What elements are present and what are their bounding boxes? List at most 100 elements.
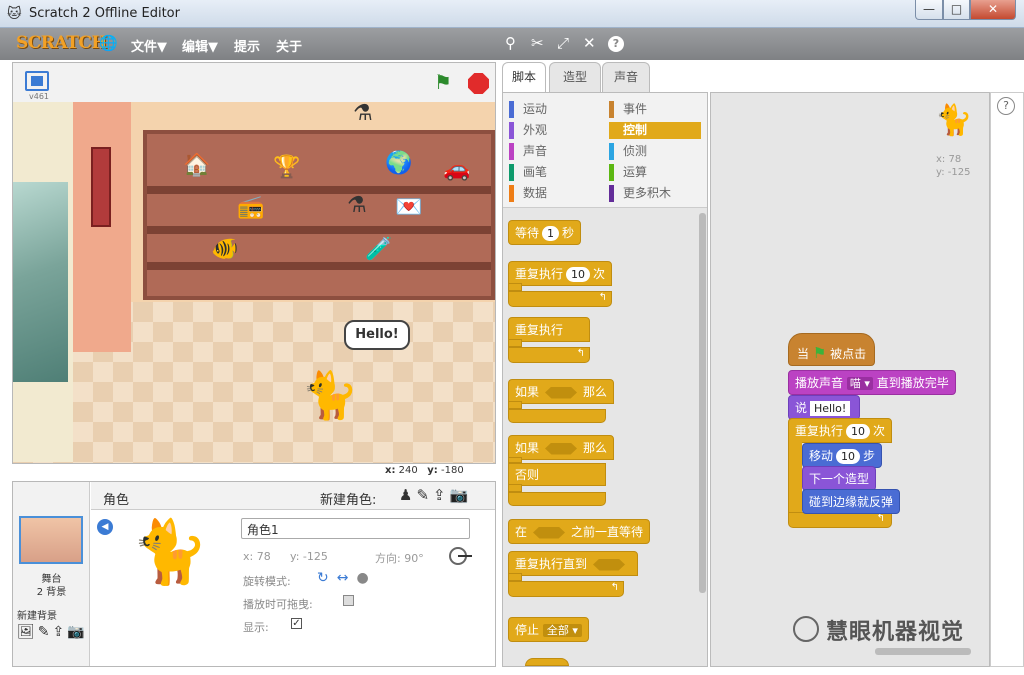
help-icon[interactable]: ? bbox=[997, 97, 1015, 115]
dont-rotate-icon[interactable]: ● bbox=[356, 570, 376, 586]
script-area[interactable]: 🐈 x: 78 y: -125 当 ⚑ 被点击 播放声音 喵 ▾ 直到播放完毕 … bbox=[710, 92, 990, 667]
block-repeat-until-end: ↰ bbox=[508, 581, 624, 597]
block-wait-until[interactable]: 在之前一直等待 bbox=[508, 519, 651, 544]
camera-icon[interactable]: 📷 bbox=[450, 486, 473, 504]
block-else-arm bbox=[508, 484, 522, 492]
stage-canvas[interactable]: 🏠 🏆 🌍 🚗 📻 ⚗ 💌 🐠 🧪 ⚗ Hello! 🐈 bbox=[13, 102, 495, 463]
close-button[interactable]: ✕ bbox=[970, 0, 1016, 20]
sprite-header: 角色 新建角色: ♟✎⇪📷 bbox=[91, 482, 495, 510]
stage-thumbnail[interactable] bbox=[19, 516, 83, 564]
category-events[interactable]: 事件 bbox=[609, 101, 701, 118]
sprite-direction: 方向: 90° bbox=[375, 552, 424, 565]
sprite-name-input[interactable]: 角色1 bbox=[241, 518, 470, 539]
condition-slot[interactable] bbox=[533, 526, 566, 539]
rotation-style-tools: ↻↔● bbox=[317, 570, 377, 586]
block-if-then[interactable]: 如果 那么 bbox=[508, 379, 615, 404]
category-sound[interactable]: 声音 bbox=[509, 143, 599, 160]
repeat-count-input[interactable]: 10 bbox=[846, 424, 871, 439]
category-control[interactable]: 控制 bbox=[609, 122, 701, 139]
cat-sprite[interactable]: 🐈 bbox=[301, 370, 358, 420]
watermark-text: 慧眼机器视觉 bbox=[826, 620, 965, 645]
tab-scripts[interactable]: 脚本 bbox=[502, 62, 546, 92]
menubar: SCRATCH 🌐 文件▼ 编辑▼ 提示 关于 ⚲ ✂ ⤢ ✕ ? bbox=[0, 28, 1024, 60]
upload-icon[interactable]: ⇪ bbox=[53, 624, 68, 640]
stage-wall-column bbox=[73, 102, 131, 352]
block-repeat[interactable]: 重复执行 10 次 bbox=[788, 418, 893, 443]
category-looks[interactable]: 外观 bbox=[509, 122, 599, 139]
version-label: v461 bbox=[29, 92, 50, 101]
condition-slot[interactable] bbox=[593, 558, 626, 571]
move-steps-input[interactable]: 10 bbox=[836, 449, 861, 464]
block-stop[interactable]: 停止 全部 ▾ bbox=[508, 617, 589, 642]
tab-costumes[interactable]: 造型 bbox=[549, 62, 601, 92]
category-more-blocks[interactable]: 更多积木 bbox=[609, 185, 701, 202]
menu-about[interactable]: 关于 bbox=[276, 36, 302, 55]
block-say[interactable]: 说 Hello! bbox=[788, 395, 861, 420]
cut-icon[interactable]: ✂ bbox=[531, 34, 544, 52]
block-if-else[interactable]: 如果 那么 bbox=[508, 435, 615, 460]
condition-slot[interactable] bbox=[545, 442, 578, 455]
fishbowl-icon: 🐠 bbox=[211, 237, 239, 262]
green-flag-icon[interactable]: ⚑ bbox=[434, 71, 452, 93]
menu-file[interactable]: 文件▼ bbox=[131, 36, 167, 55]
sound-dropdown[interactable]: 喵 ▾ bbox=[846, 377, 873, 390]
globe-icon[interactable]: 🌐 bbox=[99, 34, 118, 52]
block-when-flag-clicked[interactable]: 当 ⚑ 被点击 bbox=[788, 333, 876, 366]
maximize-button[interactable]: □ bbox=[943, 0, 970, 20]
shrink-icon[interactable]: ✕ bbox=[583, 34, 596, 52]
repeat-end: ↰ bbox=[788, 512, 892, 528]
block-bounce-on-edge[interactable]: 碰到边缘就反弹 bbox=[802, 489, 901, 514]
block-if-end bbox=[508, 409, 606, 423]
category-pen[interactable]: 画笔 bbox=[509, 164, 599, 181]
stop-option-dropdown[interactable]: 全部 ▾ bbox=[542, 624, 582, 637]
toy-house-icon: 🏠 bbox=[183, 153, 211, 178]
help-icon[interactable]: ? bbox=[608, 36, 624, 52]
palette-scrollbar[interactable] bbox=[699, 213, 706, 593]
condition-slot[interactable] bbox=[545, 386, 578, 399]
new-backdrop-label: 新建背景 bbox=[17, 611, 57, 622]
new-sprite-label: 新建角色: bbox=[320, 493, 377, 508]
category-operators[interactable]: 运算 bbox=[609, 164, 701, 181]
block-wait[interactable]: 等待 1 秒 bbox=[508, 220, 582, 245]
menu-edit[interactable]: 编辑▼ bbox=[182, 36, 218, 55]
draggable-checkbox[interactable] bbox=[343, 595, 354, 606]
sprite-thumbnail: 🐈 bbox=[131, 515, 209, 588]
fullscreen-icon[interactable] bbox=[25, 71, 49, 91]
rotate-all-icon[interactable]: ↻ bbox=[317, 570, 337, 586]
window-title: Scratch 2 Offline Editor bbox=[29, 6, 180, 21]
draggable-label: 播放时可拖曳: bbox=[243, 598, 313, 611]
block-next-costume[interactable]: 下一个造型 bbox=[802, 466, 877, 491]
minimize-button[interactable]: — bbox=[915, 0, 943, 20]
editor-tabs: 脚本 造型 声音 bbox=[502, 62, 702, 92]
scratch-logo[interactable]: SCRATCH bbox=[16, 33, 107, 53]
direction-dial[interactable] bbox=[449, 547, 472, 565]
grow-icon[interactable]: ⤢ bbox=[557, 34, 569, 52]
show-checkbox[interactable]: ✓ bbox=[291, 618, 302, 629]
block-move[interactable]: 移动 10 步 bbox=[802, 443, 883, 468]
backdrop-library-icon[interactable]: 🖼 bbox=[17, 624, 38, 640]
upload-icon[interactable]: ⇪ bbox=[433, 486, 450, 504]
block-repeat-until-arm bbox=[508, 573, 522, 581]
stage-coordinates: x: 240 y: -180 bbox=[385, 465, 464, 476]
block-repeat[interactable]: 重复执行 10 次 bbox=[508, 261, 613, 286]
category-motion[interactable]: 运动 bbox=[509, 101, 599, 118]
category-data[interactable]: 数据 bbox=[509, 185, 599, 202]
camera-icon[interactable]: 📷 bbox=[67, 624, 87, 640]
left-right-icon[interactable]: ↔ bbox=[337, 570, 357, 586]
category-sensing[interactable]: 侦测 bbox=[609, 143, 701, 160]
script-sprite-y: y: -125 bbox=[936, 167, 971, 178]
block-repeat-until[interactable]: 重复执行直到 bbox=[508, 551, 639, 576]
menu-tips[interactable]: 提示 bbox=[234, 36, 260, 55]
paint-icon[interactable]: ✎ bbox=[38, 624, 53, 640]
sprite-info-back-icon[interactable]: ◀ bbox=[97, 519, 113, 535]
stage-poster bbox=[91, 147, 111, 227]
tab-sounds[interactable]: 声音 bbox=[602, 62, 650, 92]
sprite-library-icon[interactable]: ♟ bbox=[399, 486, 416, 504]
script-horizontal-scrollbar[interactable] bbox=[875, 648, 971, 655]
paint-icon[interactable]: ✎ bbox=[416, 486, 433, 504]
say-text-input[interactable]: Hello! bbox=[810, 401, 851, 416]
duplicate-icon[interactable]: ⚲ bbox=[505, 34, 516, 52]
block-play-sound-until-done[interactable]: 播放声音 喵 ▾ 直到播放完毕 bbox=[788, 370, 956, 395]
stage-trees bbox=[13, 182, 68, 382]
stop-icon[interactable] bbox=[468, 73, 489, 94]
